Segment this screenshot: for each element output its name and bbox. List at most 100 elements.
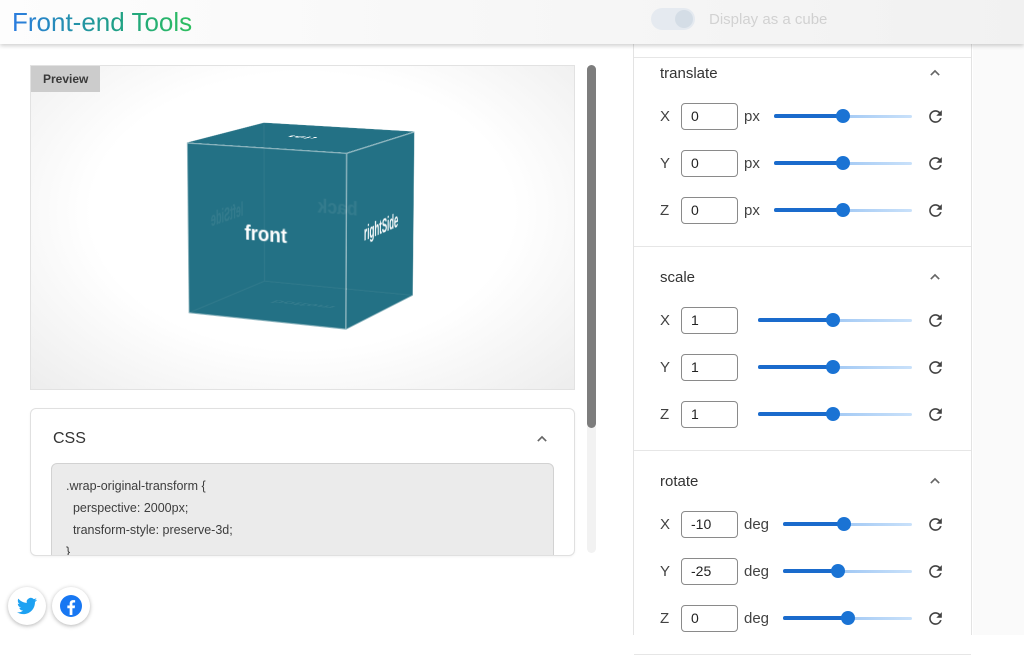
axis-label: Z xyxy=(660,610,674,627)
translate-x-reset-button[interactable] xyxy=(926,107,945,126)
unit-label: deg xyxy=(744,610,769,627)
facebook-icon xyxy=(59,594,83,618)
translate-z-row: Z px xyxy=(660,196,945,224)
scale-y-reset-button[interactable] xyxy=(926,358,945,377)
panel-divider xyxy=(634,57,971,58)
slider-thumb[interactable] xyxy=(841,611,855,625)
slider-track xyxy=(774,114,843,118)
axis-label: Y xyxy=(660,359,674,376)
translate-y-row: Y px xyxy=(660,149,945,177)
scale-y-slider[interactable] xyxy=(758,360,912,374)
preview-tab: Preview xyxy=(31,66,100,92)
social-links xyxy=(8,587,90,625)
css-panel-title: CSS xyxy=(53,430,86,448)
translate-z-reset-button[interactable] xyxy=(926,201,945,220)
scale-section: scale X Y xyxy=(634,247,971,451)
rotate-x-slider[interactable] xyxy=(783,517,912,531)
slider-track xyxy=(783,616,847,620)
chevron-up-icon xyxy=(532,429,552,449)
code-line: .wrap-original-transform { xyxy=(66,476,539,498)
slider-track xyxy=(758,365,833,369)
cube-display-toggle[interactable] xyxy=(651,8,695,30)
slider-track xyxy=(783,522,844,526)
refresh-icon xyxy=(926,515,945,534)
scale-x-reset-button[interactable] xyxy=(926,311,945,330)
scale-z-slider[interactable] xyxy=(758,407,912,421)
chevron-up-icon xyxy=(925,471,945,491)
scale-z-reset-button[interactable] xyxy=(926,405,945,424)
axis-label: Y xyxy=(660,155,674,172)
rotate-y-slider[interactable] xyxy=(783,564,912,578)
css-code-block: .wrap-original-transform { perspective: … xyxy=(51,463,554,556)
rotate-section-title: rotate xyxy=(660,473,698,490)
translate-x-input[interactable] xyxy=(681,103,738,130)
rotate-y-row: Y deg xyxy=(660,557,945,585)
scale-x-input[interactable] xyxy=(681,307,738,334)
scale-y-row: Y xyxy=(660,353,945,381)
slider-thumb[interactable] xyxy=(826,313,840,327)
translate-y-input[interactable] xyxy=(681,150,738,177)
facebook-button[interactable] xyxy=(52,587,90,625)
scale-x-slider[interactable] xyxy=(758,313,912,327)
cube-scene: front back rightSide leftSide top bottom xyxy=(218,136,388,306)
rotate-z-slider[interactable] xyxy=(783,611,912,625)
translate-y-slider[interactable] xyxy=(774,156,912,170)
slider-thumb[interactable] xyxy=(836,203,850,217)
axis-label: X xyxy=(660,312,674,329)
slider-track xyxy=(758,412,833,416)
translate-z-input[interactable] xyxy=(681,197,738,224)
axis-label: Z xyxy=(660,406,674,423)
slider-thumb[interactable] xyxy=(826,360,840,374)
code-line: perspective: 2000px; xyxy=(66,498,539,520)
slider-thumb[interactable] xyxy=(837,517,851,531)
translate-section: translate X px Y px xyxy=(634,43,971,247)
axis-label: X xyxy=(660,108,674,125)
rotate-x-row: X deg xyxy=(660,510,945,538)
twitter-button[interactable] xyxy=(8,587,46,625)
rotate-y-reset-button[interactable] xyxy=(926,562,945,581)
rotate-y-input[interactable] xyxy=(681,558,738,585)
slider-track xyxy=(774,161,843,165)
css-collapse-button[interactable] xyxy=(532,429,552,449)
translate-x-slider[interactable] xyxy=(774,109,912,123)
cube-face-front-label: front xyxy=(244,221,287,248)
vertical-scrollbar-thumb[interactable] xyxy=(587,65,596,428)
translate-z-slider[interactable] xyxy=(774,203,912,217)
cube-display-toggle-label: Display as a cube xyxy=(709,11,827,28)
rotate-collapse-button[interactable] xyxy=(925,471,945,491)
vertical-scrollbar-track[interactable] xyxy=(587,65,596,553)
preview-panel: Preview front back rightSide leftSide to… xyxy=(30,65,575,390)
translate-y-reset-button[interactable] xyxy=(926,154,945,173)
axis-label: Z xyxy=(660,202,674,219)
scale-y-input[interactable] xyxy=(681,354,738,381)
rotate-z-row: Z deg xyxy=(660,604,945,632)
translate-collapse-button[interactable] xyxy=(925,63,945,83)
slider-thumb[interactable] xyxy=(831,564,845,578)
scale-collapse-button[interactable] xyxy=(925,267,945,287)
scale-x-row: X xyxy=(660,306,945,334)
css-panel: CSS .wrap-original-transform { perspecti… xyxy=(30,408,575,556)
twitter-icon xyxy=(17,596,37,616)
axis-label: Y xyxy=(660,563,674,580)
chevron-up-icon xyxy=(925,63,945,83)
slider-thumb[interactable] xyxy=(836,156,850,170)
slider-thumb[interactable] xyxy=(836,109,850,123)
unit-label: px xyxy=(744,155,760,172)
rotate-z-input[interactable] xyxy=(681,605,738,632)
toggle-knob xyxy=(675,10,693,28)
slider-thumb[interactable] xyxy=(826,407,840,421)
slider-track xyxy=(783,569,838,573)
chevron-up-icon xyxy=(925,267,945,287)
refresh-icon xyxy=(926,154,945,173)
rotate-z-reset-button[interactable] xyxy=(926,609,945,628)
slider-track xyxy=(774,208,843,212)
rotate-x-reset-button[interactable] xyxy=(926,515,945,534)
unit-label: deg xyxy=(744,516,769,533)
refresh-icon xyxy=(926,358,945,377)
rotate-x-input[interactable] xyxy=(681,511,738,538)
transform-controls-panel: translate X px Y px xyxy=(633,43,972,635)
scale-z-input[interactable] xyxy=(681,401,738,428)
refresh-icon xyxy=(926,201,945,220)
unit-label: deg xyxy=(744,563,769,580)
translate-x-row: X px xyxy=(660,102,945,130)
